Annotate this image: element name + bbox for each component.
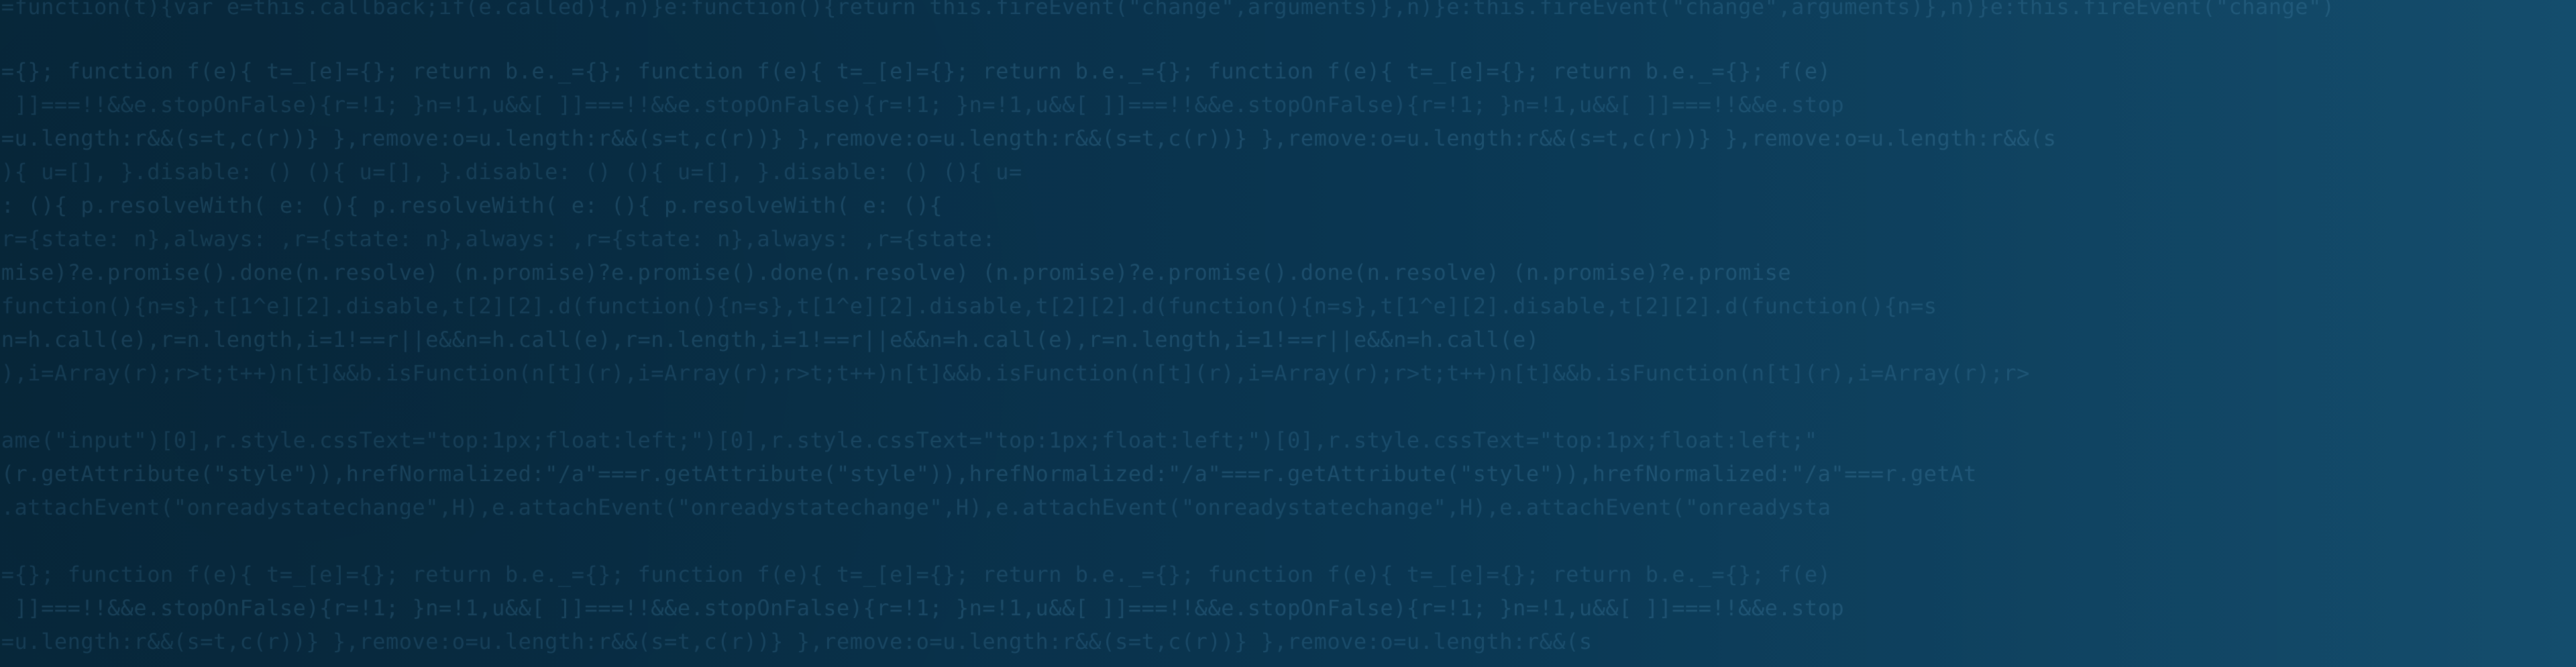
code-line: [ ]]===!!&&e.stopOnFalse){r=!1; }n=!1,u&… [0, 595, 1845, 621]
code-line: s=function(t){var e=this.callback;if(e.c… [0, 0, 2335, 19]
code-line: omise)?e.promise().done(n.resolve) (n.pr… [0, 260, 1792, 285]
code-line: [ ]]===!!&&e.stopOnFalse){r=!1; }n=!1,u&… [0, 92, 1845, 117]
code-line: e: (){ p.resolveWith( e: (){ p.resolveWi… [0, 193, 943, 218]
code-line: a={}; function f(e){ t=_[e]={}; return b… [0, 562, 1831, 587]
code-line: ,r={state: n},always: ,r={state: n},alwa… [0, 226, 996, 252]
code-line: o=u.length:r&&(s=t,c(r))} },remove:o=u.l… [0, 125, 2057, 151]
code-background: s=function(t){var e=this.callback;if(e.c… [0, 0, 2576, 667]
code-line: Name("input")[0],r.style.cssText="top:1p… [0, 427, 1818, 453]
code-line: e.attachEvent("onreadystatechange",H),e.… [0, 495, 1831, 520]
code-line: a={}; function f(e){ t=_[e]={}; return b… [0, 58, 1831, 84]
code-line: (function(){n=s},t[1^e][2].disable,t[2][… [0, 293, 1937, 319]
code-line: r),i=Array(r);r>t;t++)n[t]&&b.isFunction… [0, 360, 2030, 386]
code-line: o=u.length:r&&(s=t,c(r))} },remove:o=u.l… [0, 629, 1593, 654]
code-line: ,n=h.call(e),r=n.length,i=1!==r||e&&n=h.… [0, 327, 1540, 352]
code-line: (){ u=[], }.disable: () (){ u=[], }.disa… [0, 159, 1022, 185]
code-line: e(r.getAttribute("style")),hrefNormalize… [0, 461, 1977, 486]
